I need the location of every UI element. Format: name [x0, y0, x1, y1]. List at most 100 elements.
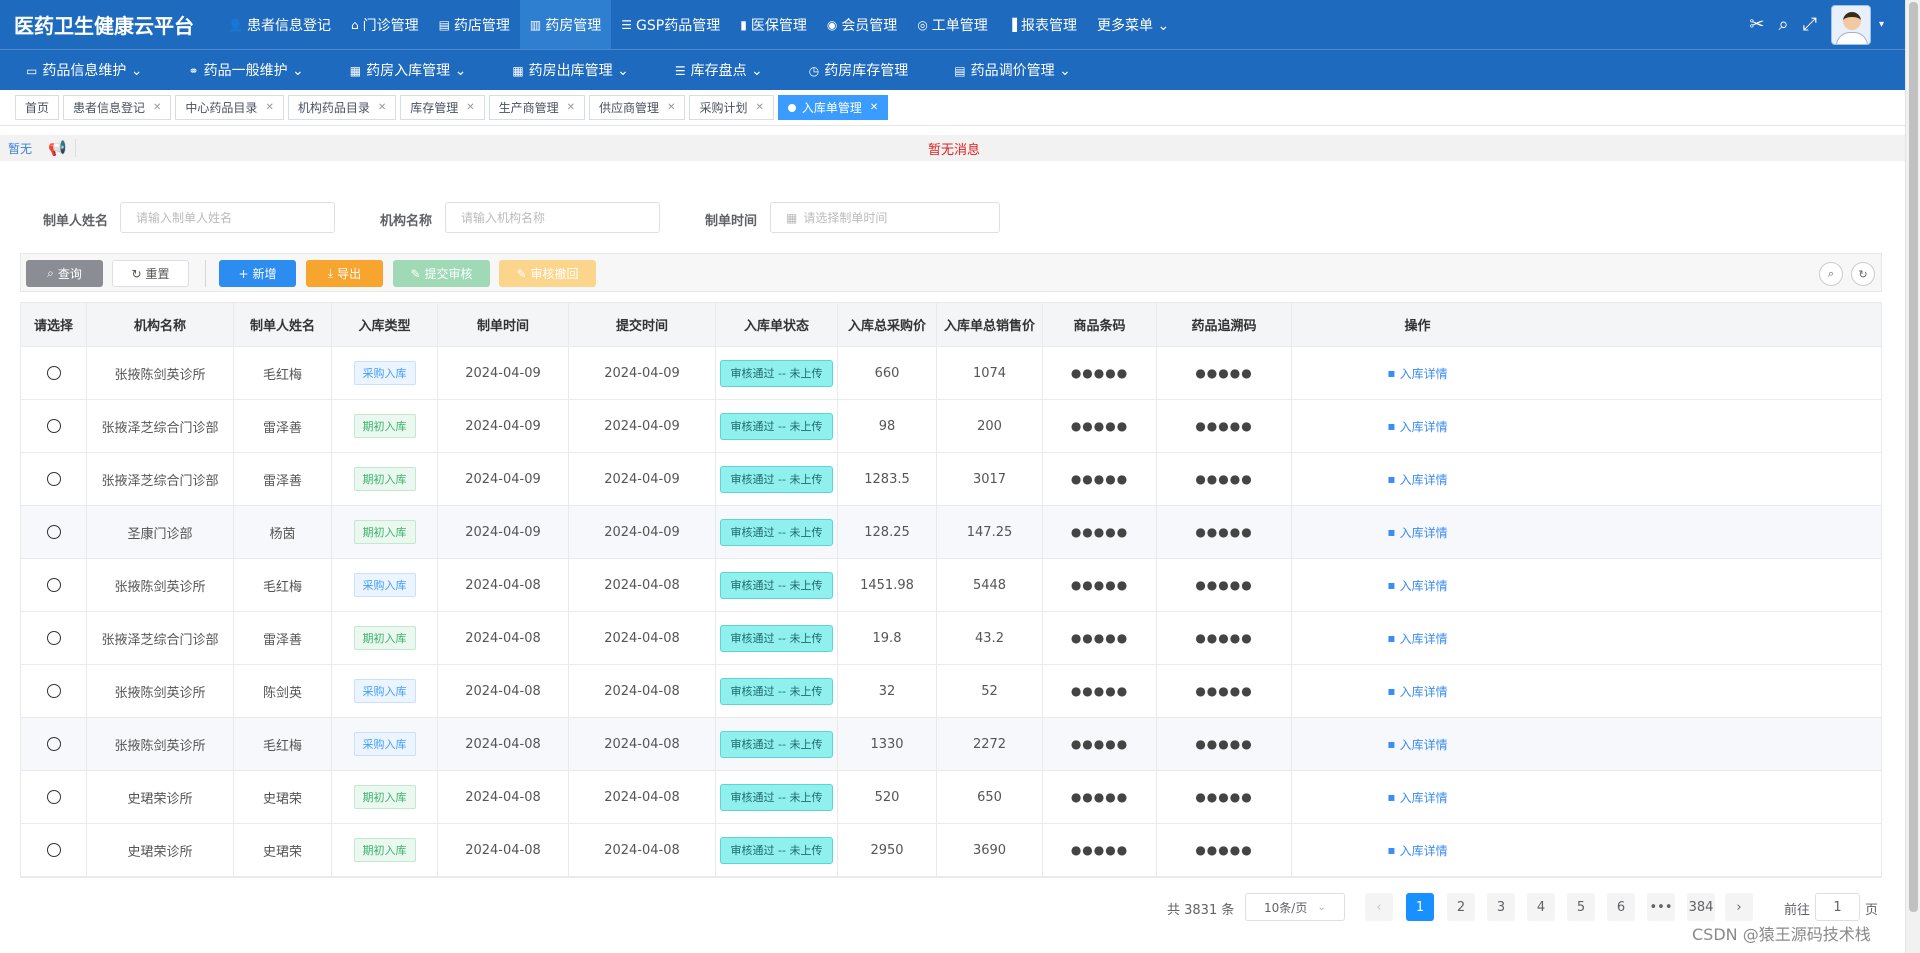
fullscreen-icon[interactable]: ⤢: [1803, 14, 1817, 35]
detail-link[interactable]: ▪ 入库详情: [1387, 736, 1447, 753]
row-radio[interactable]: [46, 684, 61, 698]
search-icon: ⌕: [47, 266, 54, 280]
topnav-item[interactable]: ▤ 药店管理: [429, 0, 520, 49]
topnav-item[interactable]: ◎ 工单管理: [907, 0, 997, 49]
creator-input[interactable]: 请输入制单人姓名: [120, 202, 335, 233]
tab-item[interactable]: 采购计划 ✕: [689, 95, 774, 120]
tab-item[interactable]: 首页: [15, 95, 60, 120]
detail-link[interactable]: ▪ 入库详情: [1387, 630, 1447, 647]
search-icon[interactable]: ⌕: [1778, 14, 1788, 35]
detail-link[interactable]: ▪ 入库详情: [1387, 524, 1447, 541]
close-icon[interactable]: ✕: [153, 102, 161, 113]
detail-link[interactable]: ▪ 入库详情: [1387, 365, 1447, 382]
close-icon[interactable]: ✕: [265, 102, 273, 113]
row-radio[interactable]: [46, 366, 61, 380]
page-button[interactable]: 2: [1447, 893, 1475, 921]
page-button[interactable]: 6: [1607, 893, 1635, 921]
megaphone-icon: 📢: [40, 139, 76, 157]
chevron-down-icon[interactable]: ▾: [1879, 19, 1884, 30]
topnav-label: 工单管理: [931, 17, 988, 34]
tab-item[interactable]: 中心药品目录 ✕: [175, 95, 284, 120]
tab-item[interactable]: 库存管理 ✕: [400, 95, 485, 120]
subnav-item[interactable]: ▦ 药房入库管理 ⌄: [324, 60, 487, 80]
close-icon[interactable]: ✕: [755, 102, 763, 113]
topnav-item[interactable]: ◉ 会员管理: [817, 0, 907, 49]
topnav-item[interactable]: ☰ GSP药品管理: [611, 0, 730, 49]
tab-item[interactable]: 供应商管理 ✕: [589, 95, 686, 120]
close-icon[interactable]: ✕: [567, 102, 575, 113]
cell-creator: 毛红梅: [234, 559, 332, 611]
detail-link[interactable]: ▪ 入库详情: [1387, 683, 1447, 700]
cell-sale: 43.2: [937, 612, 1043, 664]
select-cell: [21, 718, 87, 770]
topnav-item[interactable]: ⌂ 门诊管理: [341, 0, 429, 49]
more-pages-button[interactable]: •••: [1647, 893, 1675, 921]
subnav-item[interactable]: ▤ 药品调价管理 ⌄: [928, 60, 1091, 80]
table-row: 张掖泽芝综合门诊部 雷泽善 期初入库 2024-04-08 2024-04-08 审核通过…: [21, 612, 1881, 665]
close-icon[interactable]: ✕: [466, 102, 474, 113]
topnav-item[interactable]: 更多菜单 ⌄: [1087, 0, 1179, 49]
select-cell: [21, 824, 87, 876]
subnav-item[interactable]: ⚭ 药品一般维护 ⌄: [163, 60, 324, 80]
page-scrollbar[interactable]: [1905, 0, 1920, 953]
row-radio[interactable]: [46, 843, 61, 857]
page-button[interactable]: 384: [1687, 893, 1715, 921]
status-badge: 审核通过 -- 未上传: [719, 412, 834, 440]
tab-item[interactable]: 患者信息登记 ✕: [63, 95, 172, 120]
row-radio[interactable]: [46, 631, 61, 645]
row-radio[interactable]: [46, 578, 61, 592]
cell-barcode: ●●●●●: [1043, 506, 1157, 558]
subnav-item[interactable]: ◷ 药房库存管理: [783, 60, 928, 80]
prev-page-button[interactable]: ‹: [1365, 893, 1393, 921]
goto-page-input[interactable]: 1: [1815, 893, 1860, 921]
row-radio[interactable]: [46, 790, 61, 804]
close-icon[interactable]: ✕: [378, 102, 386, 113]
time-input[interactable]: ▦ 请选择制单时间: [770, 202, 1000, 233]
detail-link[interactable]: ▪ 入库详情: [1387, 418, 1447, 435]
detail-link[interactable]: ▪ 入库详情: [1387, 789, 1447, 806]
page-size-select[interactable]: 10条/页 ⌄: [1245, 893, 1345, 921]
tab-item[interactable]: 机构药品目录 ✕: [287, 95, 397, 120]
cell-submitted: 2024-04-09: [569, 506, 716, 558]
toggle-search-icon[interactable]: ⌕: [1819, 262, 1843, 286]
topnav-item[interactable]: ▥ 药房管理: [519, 0, 612, 49]
subnav-item[interactable]: ▭ 药品信息维护 ⌄: [0, 60, 163, 80]
page-button[interactable]: 4: [1527, 893, 1555, 921]
row-radio[interactable]: [46, 737, 61, 751]
topnav-item[interactable]: 👤 患者信息登记: [218, 0, 341, 49]
org-input[interactable]: 请输入机构名称: [445, 202, 660, 233]
type-tag: 采购入库: [353, 732, 416, 756]
topnav-item[interactable]: ▐ 报表管理: [998, 0, 1087, 49]
revoke-review-button[interactable]: ✎ 审核撤回: [499, 260, 596, 287]
page-size-value: 10条/页: [1264, 900, 1308, 915]
detail-link[interactable]: ▪ 入库详情: [1387, 471, 1447, 488]
tab-item[interactable]: 生产商管理 ✕: [488, 95, 586, 120]
row-radio[interactable]: [46, 472, 61, 486]
next-page-button[interactable]: ›: [1725, 893, 1753, 921]
avatar[interactable]: [1830, 4, 1871, 45]
detail-link[interactable]: ▪ 入库详情: [1387, 577, 1447, 594]
export-button[interactable]: ⤓ 导出: [306, 260, 383, 287]
page-button[interactable]: 5: [1567, 893, 1595, 921]
row-radio[interactable]: [46, 525, 61, 539]
detail-label: 入库详情: [1399, 419, 1448, 434]
close-icon[interactable]: ✕: [667, 102, 675, 113]
query-button[interactable]: ⌕ 查询: [26, 260, 103, 287]
page-button[interactable]: 3: [1487, 893, 1515, 921]
add-button[interactable]: + 新增: [219, 260, 296, 287]
revoke-label: 审核撤回: [530, 267, 579, 281]
detail-link[interactable]: ▪ 入库详情: [1387, 842, 1447, 859]
close-icon[interactable]: ✕: [870, 102, 878, 113]
scrollbar-thumb[interactable]: [1909, 2, 1918, 912]
subnav-item[interactable]: ▦ 药房出库管理 ⌄: [486, 60, 649, 80]
subnav-item[interactable]: ☰ 库存盘点 ⌄: [649, 60, 783, 80]
page-button[interactable]: 1: [1406, 893, 1434, 921]
reset-button[interactable]: ↻ 重置: [112, 260, 189, 287]
refresh-icon[interactable]: ↻: [1851, 262, 1875, 286]
submit-review-button[interactable]: ✎ 提交审核: [393, 260, 490, 287]
tools-icon[interactable]: ✂: [1749, 14, 1764, 35]
row-radio[interactable]: [46, 419, 61, 433]
topnav-item[interactable]: ▮ 医保管理: [730, 0, 817, 49]
tab-item[interactable]: 入库单管理 ✕: [777, 95, 889, 120]
status-badge: 审核通过 -- 未上传: [719, 783, 834, 811]
